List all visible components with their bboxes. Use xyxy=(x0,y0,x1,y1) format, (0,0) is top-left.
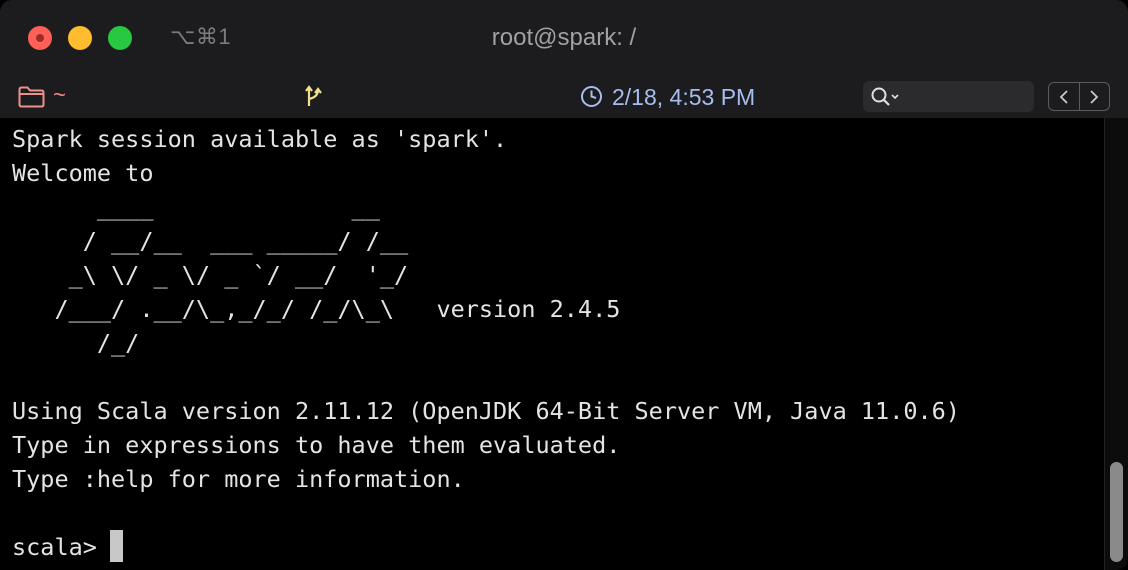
terminal-line: Type :help for more information. xyxy=(12,465,465,493)
chevron-right-icon xyxy=(1090,89,1099,104)
vertical-scrollbar[interactable] xyxy=(1104,118,1128,570)
search-icon[interactable] xyxy=(871,87,901,112)
spark-logo-line: / __/__ ___ _____/ /__ xyxy=(12,227,409,255)
next-match-button[interactable] xyxy=(1080,83,1110,110)
chevron-left-icon xyxy=(1059,89,1068,104)
terminal-line: Type in expressions to have them evaluat… xyxy=(12,431,621,459)
spark-logo-line: /___/ .__/\_,_/_/ /_/\_\ version 2.4.5 xyxy=(12,295,621,323)
timestamp: 2/18, 4:53 PM xyxy=(612,84,756,110)
terminal-window: ⌥⌘1 root@spark: / ~ 2/18, 4:53 PM Spark … xyxy=(0,0,1128,570)
current-directory[interactable]: ~ xyxy=(53,82,66,108)
folder-icon[interactable] xyxy=(18,86,45,113)
previous-match-button[interactable] xyxy=(1049,83,1080,110)
search-navigation xyxy=(1048,82,1110,111)
text-cursor xyxy=(110,530,123,562)
terminal-output[interactable] xyxy=(0,118,1104,570)
spark-logo-line: _\ \/ _ \/ _ `/ __/ '_/ xyxy=(12,261,409,289)
git-branch-icon[interactable] xyxy=(304,84,324,113)
scala-prompt[interactable]: scala> xyxy=(12,530,111,564)
spark-logo-line: /_/ xyxy=(12,329,140,357)
scrollbar-thumb[interactable] xyxy=(1110,462,1123,562)
spark-logo-line: ____ __ xyxy=(12,193,380,221)
search-field[interactable] xyxy=(863,81,1034,112)
terminal-line: Welcome to xyxy=(12,159,154,187)
clock-icon xyxy=(580,85,603,113)
window-title: root@spark: / xyxy=(491,24,637,51)
terminal-line: Spark session available as 'spark'. xyxy=(12,125,508,153)
terminal-line: Using Scala version 2.11.12 (OpenJDK 64-… xyxy=(12,397,960,425)
